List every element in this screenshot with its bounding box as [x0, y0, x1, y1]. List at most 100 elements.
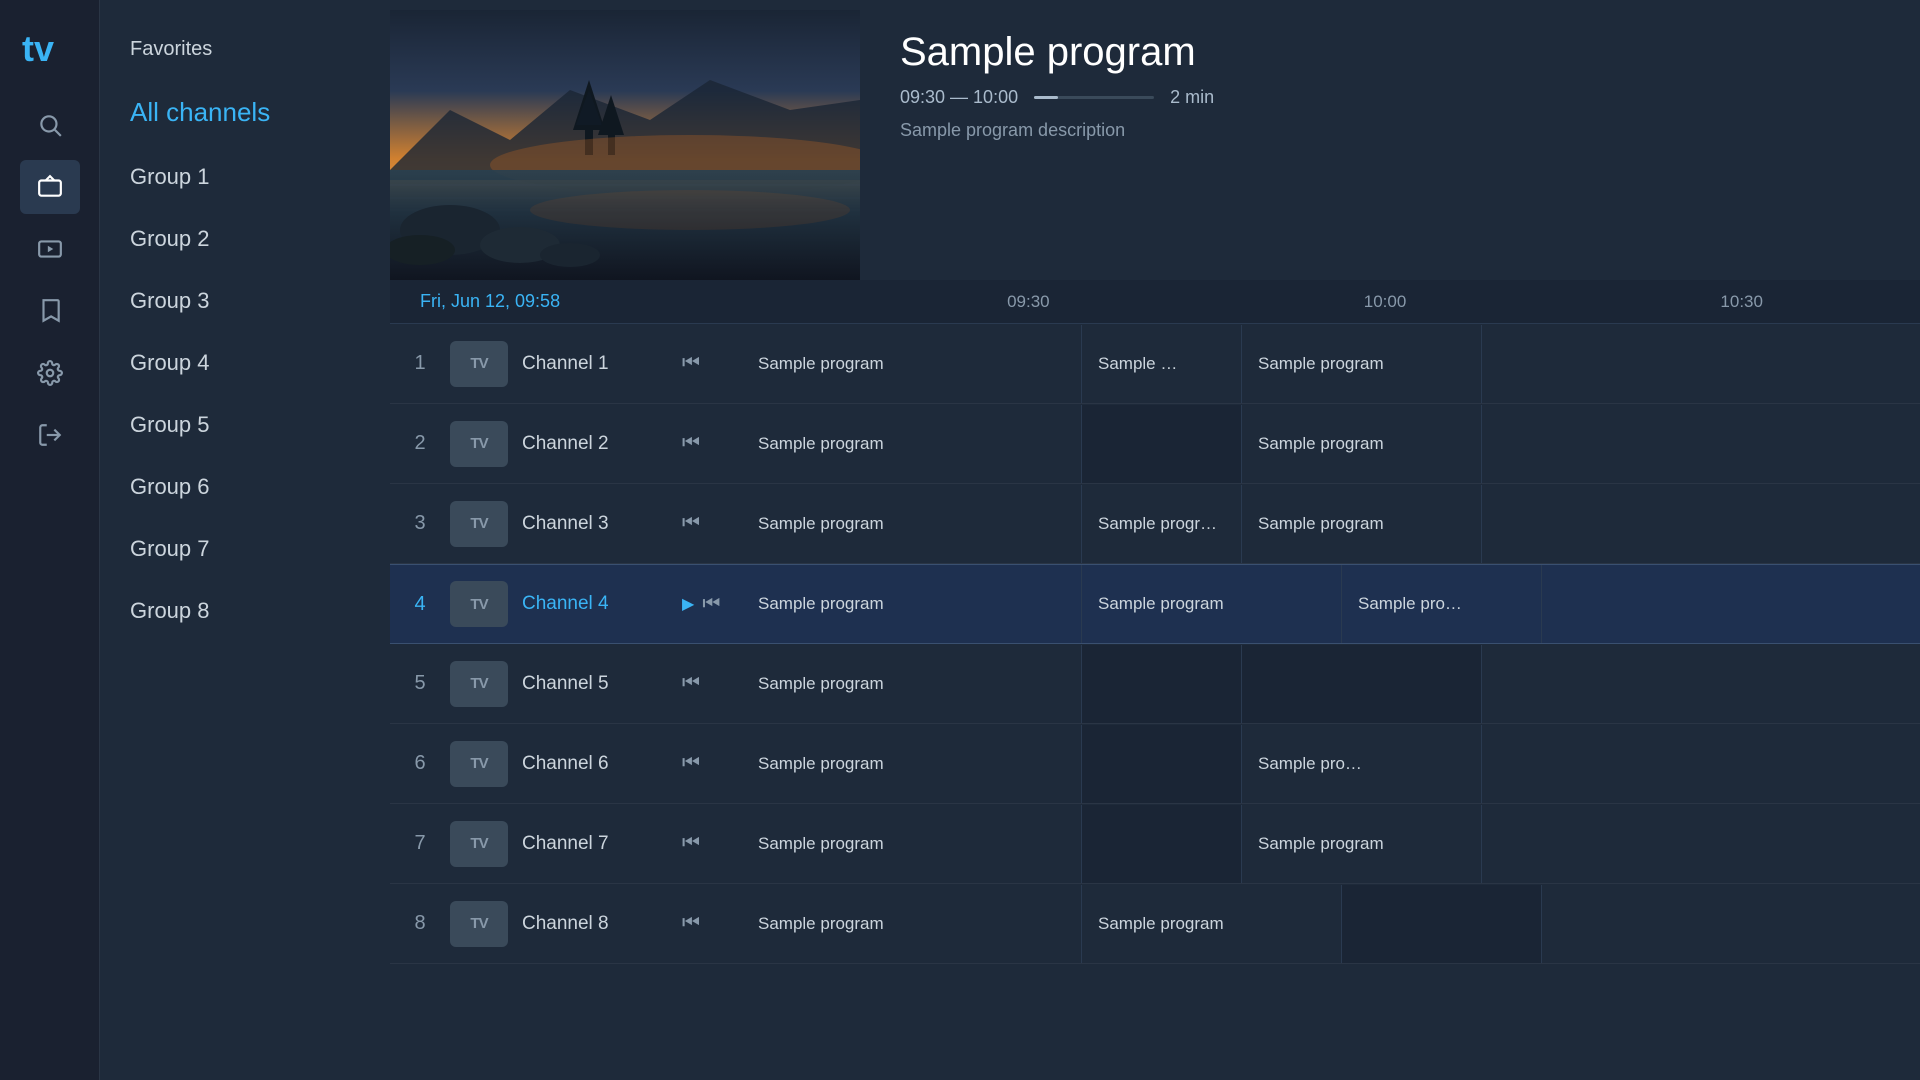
epg-cell-7-1[interactable]: Sample program [742, 805, 1082, 883]
channel-groups-panel: Favorites All channels Group 1 Group 2 G… [100, 0, 390, 1080]
time-header: Fri, Jun 12, 09:58 09:30 10:00 10:30 [390, 280, 1920, 324]
program-time: 09:30 — 10:00 [900, 87, 1018, 108]
channel-logo-1: TV [450, 341, 508, 387]
top-preview-section: Sample program 09:30 — 10:00 2 min Sampl… [390, 0, 1920, 280]
epg-cell-4-2[interactable]: Sample program [1082, 565, 1342, 643]
epg-cell-8-1[interactable]: Sample program [742, 885, 1082, 963]
progress-bar-container [1034, 96, 1154, 99]
epg-cell-1-2[interactable]: Sample … [1082, 325, 1242, 403]
play-icon: ▶ [682, 594, 694, 614]
bookmarks-nav-item[interactable] [20, 284, 80, 338]
search-nav-item[interactable] [20, 98, 80, 152]
epg-programs-5: Sample program [742, 645, 1920, 723]
history-icon-8[interactable]: ⏮ [682, 912, 700, 935]
epg-programs-4: Sample programSample programSample pro… [742, 565, 1920, 643]
channel-row-5[interactable]: 5 TV Channel 5 ⏮ Sample program [390, 644, 1920, 724]
epg-cell-3-1[interactable]: Sample program [742, 485, 1082, 563]
channel-icons-6: ⏮ [682, 752, 742, 775]
group5-item[interactable]: Group 5 [100, 394, 390, 456]
channel-row-2[interactable]: 2 TV Channel 2 ⏮ Sample programSample pr… [390, 404, 1920, 484]
main-content: Sample program 09:30 — 10:00 2 min Sampl… [390, 0, 1920, 1080]
channel-icons-1: ⏮ [682, 352, 742, 375]
epg-cell-3-3[interactable]: Sample program [1242, 485, 1482, 563]
epg-cell-7-3[interactable]: Sample program [1242, 805, 1482, 883]
channel-row-8[interactable]: 8 TV Channel 8 ⏮ Sample programSample pr… [390, 884, 1920, 964]
history-icon-5[interactable]: ⏮ [682, 672, 700, 695]
channel-number-4: 4 [390, 593, 450, 616]
epg-cell-1-3[interactable]: Sample program [1242, 325, 1482, 403]
group7-item[interactable]: Group 7 [100, 518, 390, 580]
channel-row-6[interactable]: 6 TV Channel 6 ⏮ Sample programSample pr… [390, 724, 1920, 804]
history-icon-4[interactable]: ⏮ [702, 593, 720, 616]
epg-area: Fri, Jun 12, 09:58 09:30 10:00 10:30 1 T… [390, 280, 1920, 1080]
channel-logo-5: TV [450, 661, 508, 707]
channel-name-8: Channel 8 [522, 913, 682, 935]
channel-icons-5: ⏮ [682, 672, 742, 695]
channel-name-7: Channel 7 [522, 833, 682, 855]
epg-empty-7-2 [1082, 805, 1242, 883]
channel-number-1: 1 [390, 352, 450, 375]
channel-list: 1 TV Channel 1 ⏮ Sample programSample …S… [390, 324, 1920, 1080]
epg-cell-6-1[interactable]: Sample program [742, 725, 1082, 803]
time-slot-3: 10:30 [1563, 292, 1920, 312]
channel-logo-3: TV [450, 501, 508, 547]
epg-cell-4-1[interactable]: Sample program [742, 565, 1082, 643]
epg-cell-5-1[interactable]: Sample program [742, 645, 1082, 723]
app-logo[interactable]: tv [20, 20, 80, 70]
epg-cell-4-3[interactable]: Sample pro… [1342, 565, 1542, 643]
group1-item[interactable]: Group 1 [100, 146, 390, 208]
epg-programs-1: Sample programSample …Sample program [742, 325, 1920, 403]
channel-row-7[interactable]: 7 TV Channel 7 ⏮ Sample programSample pr… [390, 804, 1920, 884]
channel-row-1[interactable]: 1 TV Channel 1 ⏮ Sample programSample …S… [390, 324, 1920, 404]
channel-name-2: Channel 2 [522, 433, 682, 455]
group3-item[interactable]: Group 3 [100, 270, 390, 332]
epg-programs-7: Sample program Sample program [742, 805, 1920, 883]
epg-cell-3-2[interactable]: Sample progr… [1082, 485, 1242, 563]
channel-icons-4: ▶ ⏮ [682, 593, 742, 616]
epg-empty-6-2 [1082, 725, 1242, 803]
group2-item[interactable]: Group 2 [100, 208, 390, 270]
epg-programs-3: Sample programSample progr…Sample progra… [742, 485, 1920, 563]
program-description: Sample program description [900, 120, 1880, 141]
live-tv-nav-item[interactable] [20, 160, 80, 214]
channel-row-3[interactable]: 3 TV Channel 3 ⏮ Sample programSample pr… [390, 484, 1920, 564]
channel-logo-8: TV [450, 901, 508, 947]
time-slot-1: 09:30 [850, 292, 1207, 312]
program-duration: 2 min [1170, 87, 1214, 108]
group8-item[interactable]: Group 8 [100, 580, 390, 642]
epg-cell-2-3[interactable]: Sample program [1242, 405, 1482, 483]
channel-row-4[interactable]: 4 TV Channel 4 ▶ ⏮ Sample programSample … [390, 564, 1920, 644]
channel-number-7: 7 [390, 832, 450, 855]
channel-name-1: Channel 1 [522, 353, 682, 375]
history-icon-7[interactable]: ⏮ [682, 832, 700, 855]
exit-nav-item[interactable] [20, 408, 80, 462]
favorites-group-item[interactable]: Favorites [100, 20, 390, 79]
group6-item[interactable]: Group 6 [100, 456, 390, 518]
epg-cell-1-1[interactable]: Sample program [742, 325, 1082, 403]
sidebar: tv [0, 0, 100, 1080]
channel-icons-3: ⏮ [682, 512, 742, 535]
time-slot-2: 10:00 [1207, 292, 1564, 312]
history-icon-2[interactable]: ⏮ [682, 432, 700, 455]
epg-empty-5-2 [1082, 645, 1242, 723]
channel-name-4: Channel 4 [522, 593, 682, 615]
epg-cell-6-3[interactable]: Sample pro… [1242, 725, 1482, 803]
history-icon-3[interactable]: ⏮ [682, 512, 700, 535]
epg-cell-2-1[interactable]: Sample program [742, 405, 1082, 483]
history-icon-1[interactable]: ⏮ [682, 352, 700, 375]
epg-programs-8: Sample programSample program [742, 885, 1920, 963]
settings-nav-item[interactable] [20, 346, 80, 400]
epg-cell-8-2[interactable]: Sample program [1082, 885, 1342, 963]
video-preview[interactable] [390, 10, 860, 280]
channel-icons-7: ⏮ [682, 832, 742, 855]
group4-item[interactable]: Group 4 [100, 332, 390, 394]
channel-logo-2: TV [450, 421, 508, 467]
history-icon-6[interactable]: ⏮ [682, 752, 700, 775]
recordings-nav-item[interactable] [20, 222, 80, 276]
channel-logo-4: TV [450, 581, 508, 627]
channel-logo-7: TV [450, 821, 508, 867]
all-channels-group-item[interactable]: All channels [100, 79, 390, 146]
channel-number-6: 6 [390, 752, 450, 775]
channel-icons-2: ⏮ [682, 432, 742, 455]
epg-programs-2: Sample program Sample program [742, 405, 1920, 483]
